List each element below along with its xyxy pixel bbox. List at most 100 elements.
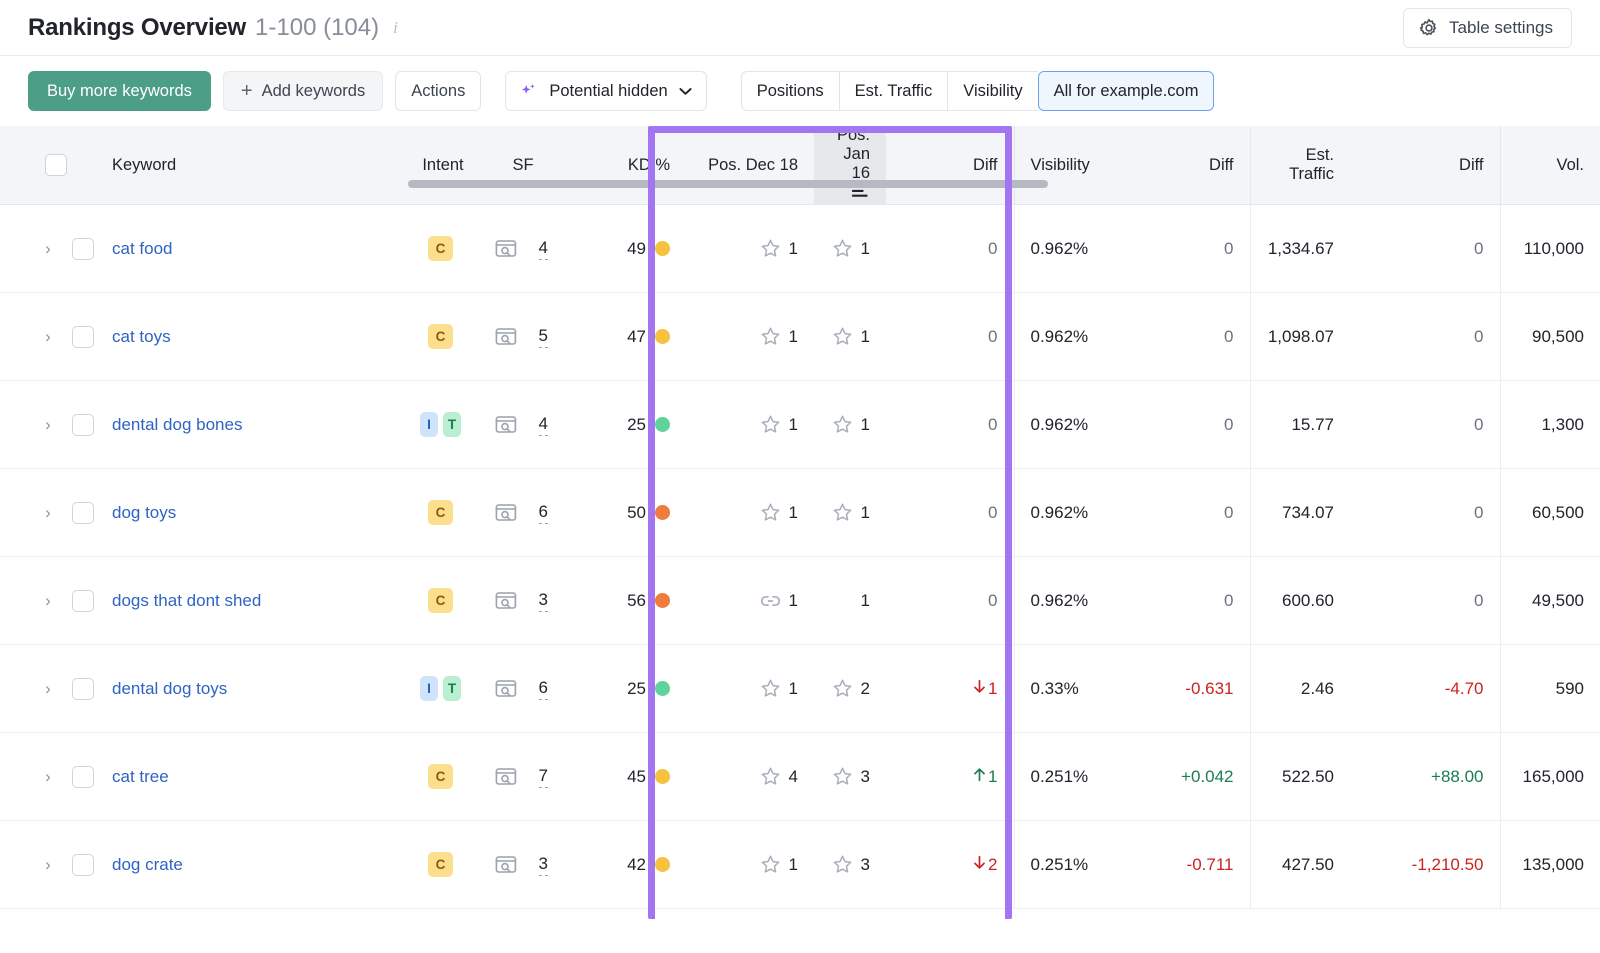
intent-badge-i[interactable]: I bbox=[420, 676, 438, 701]
plus-icon: + bbox=[240, 80, 253, 102]
header-kd-label: KD % bbox=[627, 155, 670, 174]
header-visibility-diff[interactable]: Diff bbox=[1092, 126, 1250, 205]
serp-features-icon[interactable] bbox=[495, 327, 517, 347]
actions-button[interactable]: Actions bbox=[395, 71, 482, 111]
horizontal-scrollbar-thumb[interactable] bbox=[408, 180, 1048, 188]
expand-row-icon[interactable]: › bbox=[38, 855, 58, 875]
sf-value[interactable]: 7 bbox=[538, 766, 548, 788]
potential-hidden-dropdown[interactable]: Potential hidden bbox=[505, 71, 707, 111]
sf-cell: 6 bbox=[482, 644, 564, 733]
pos-jan-value: 2 bbox=[860, 678, 870, 698]
keyword-link[interactable]: cat toys bbox=[112, 327, 171, 346]
keyword-link[interactable]: dog toys bbox=[112, 503, 176, 522]
header-intent[interactable]: Intent bbox=[404, 126, 482, 205]
intent-cell: C bbox=[404, 556, 482, 645]
intent-badge-c[interactable]: C bbox=[428, 324, 453, 349]
sf-value[interactable]: 3 bbox=[538, 854, 548, 876]
serp-features-icon[interactable] bbox=[495, 239, 517, 259]
sf-value[interactable]: 3 bbox=[538, 590, 548, 612]
header-est-traffic-diff[interactable]: Diff bbox=[1350, 126, 1500, 205]
intent-badge-c[interactable]: C bbox=[428, 236, 453, 261]
row-checkbox[interactable] bbox=[72, 325, 94, 348]
header-sf[interactable]: SF bbox=[482, 126, 564, 205]
intent-badge-c[interactable]: C bbox=[428, 500, 453, 525]
kd-difficulty-dot bbox=[655, 857, 670, 872]
sf-value[interactable]: 5 bbox=[538, 326, 548, 348]
header-kd[interactable]: KD % bbox=[564, 126, 686, 205]
row-checkbox[interactable] bbox=[72, 237, 94, 260]
keyword-link[interactable]: cat food bbox=[112, 239, 173, 258]
sf-value[interactable]: 6 bbox=[538, 502, 548, 524]
sf-value[interactable]: 4 bbox=[538, 414, 548, 436]
header-pos-dec[interactable]: Pos. Dec 18 bbox=[686, 126, 814, 205]
intent-cell: C bbox=[404, 820, 482, 909]
header-est-traffic[interactable]: Est. Traffic bbox=[1249, 126, 1350, 205]
serp-features-icon[interactable] bbox=[495, 679, 517, 699]
keyword-link[interactable]: dental dog bones bbox=[112, 415, 242, 434]
serp-features-icon[interactable] bbox=[495, 415, 517, 435]
expand-row-icon[interactable]: › bbox=[38, 503, 58, 523]
table-row[interactable]: › dog toys C 6 50 1 1 0 0.962% 0 734.07 … bbox=[0, 468, 1600, 557]
row-checkbox[interactable] bbox=[72, 677, 94, 700]
keyword-link[interactable]: cat tree bbox=[112, 767, 169, 786]
table-row[interactable]: › cat tree C 7 45 4 3 1 0.251% +0.042 52… bbox=[0, 732, 1600, 821]
select-all-checkbox[interactable] bbox=[45, 154, 67, 176]
intent-badge-i[interactable]: I bbox=[420, 412, 438, 437]
keyword-link[interactable]: dog crate bbox=[112, 855, 183, 874]
expand-row-icon[interactable]: › bbox=[38, 767, 58, 787]
segment-est-traffic[interactable]: Est. Traffic bbox=[838, 71, 948, 111]
expand-row-icon[interactable]: › bbox=[38, 591, 58, 611]
intent-badge-c[interactable]: C bbox=[428, 588, 453, 613]
row-checkbox[interactable] bbox=[72, 589, 94, 612]
table-row[interactable]: › cat toys C 5 47 1 1 0 0.962% 0 1,098.0… bbox=[0, 292, 1600, 381]
table-settings-button[interactable]: Table settings bbox=[1403, 8, 1572, 48]
header-select-all bbox=[0, 126, 112, 205]
toolbar: Buy more keywords + Add keywords Actions… bbox=[0, 56, 1600, 126]
serp-features-icon[interactable] bbox=[495, 855, 517, 875]
row-checkbox[interactable] bbox=[72, 413, 94, 436]
header-pos-diff[interactable]: Diff bbox=[886, 126, 1014, 205]
expand-row-icon[interactable]: › bbox=[38, 327, 58, 347]
pos-jan-cell: 1 bbox=[814, 292, 886, 381]
table-row[interactable]: › cat food C 4 49 1 1 0 0.962% 0 1,334.6… bbox=[0, 204, 1600, 293]
est-traffic-value: 2.46 bbox=[1300, 678, 1334, 698]
table-row[interactable]: › dogs that dont shed C 3 56 1 1 0 0.962… bbox=[0, 556, 1600, 645]
row-checkbox[interactable] bbox=[72, 853, 94, 876]
header-volume[interactable]: Vol. bbox=[1499, 126, 1600, 205]
buy-more-keywords-button[interactable]: Buy more keywords bbox=[28, 71, 211, 111]
segment-visibility[interactable]: Visibility bbox=[947, 71, 1038, 111]
keyword-link[interactable]: dogs that dont shed bbox=[112, 591, 261, 610]
intent-badge-c[interactable]: C bbox=[428, 852, 453, 877]
row-checkbox[interactable] bbox=[72, 765, 94, 788]
segment-positions[interactable]: Positions bbox=[740, 71, 839, 111]
expand-row-icon[interactable]: › bbox=[38, 239, 58, 259]
est-traffic-cell: 15.77 bbox=[1249, 380, 1350, 469]
segment-all-for-domain[interactable]: All for example.com bbox=[1037, 71, 1215, 111]
info-icon[interactable]: i bbox=[393, 18, 398, 38]
header-visibility[interactable]: Visibility bbox=[1013, 126, 1092, 205]
keyword-link[interactable]: dental dog toys bbox=[112, 679, 227, 698]
header-pos-jan[interactable]: Pos. Jan 16 bbox=[814, 126, 886, 205]
serp-features-icon[interactable] bbox=[495, 767, 517, 787]
table-row[interactable]: › dental dog bones IT 4 25 1 1 0 0.962% … bbox=[0, 380, 1600, 469]
row-checkbox[interactable] bbox=[72, 501, 94, 524]
add-keywords-button[interactable]: + Add keywords bbox=[222, 71, 384, 111]
segment-visibility-label: Visibility bbox=[963, 81, 1023, 100]
expand-row-icon[interactable]: › bbox=[38, 415, 58, 435]
intent-badge-t[interactable]: T bbox=[443, 412, 461, 437]
sf-value[interactable]: 4 bbox=[538, 238, 548, 260]
serp-features-icon[interactable] bbox=[495, 591, 517, 611]
intent-badge-c[interactable]: C bbox=[428, 764, 453, 789]
kd-value: 42 bbox=[627, 854, 646, 874]
sf-value[interactable]: 6 bbox=[538, 678, 548, 700]
horizontal-scrollbar[interactable] bbox=[0, 180, 1600, 188]
intent-badge-t[interactable]: T bbox=[443, 676, 461, 701]
table-row[interactable]: › dog crate C 3 42 1 3 2 0.251% -0.711 4… bbox=[0, 820, 1600, 909]
serp-features-icon[interactable] bbox=[495, 503, 517, 523]
table-row[interactable]: › dental dog toys IT 6 25 1 2 1 0.33% -0… bbox=[0, 644, 1600, 733]
expand-row-icon[interactable]: › bbox=[38, 679, 58, 699]
intent-cell: IT bbox=[404, 380, 482, 469]
visibility-diff-value: 0 bbox=[1224, 502, 1234, 522]
header-keyword[interactable]: Keyword bbox=[112, 126, 404, 205]
est-traffic-diff-value: 0 bbox=[1474, 238, 1484, 258]
